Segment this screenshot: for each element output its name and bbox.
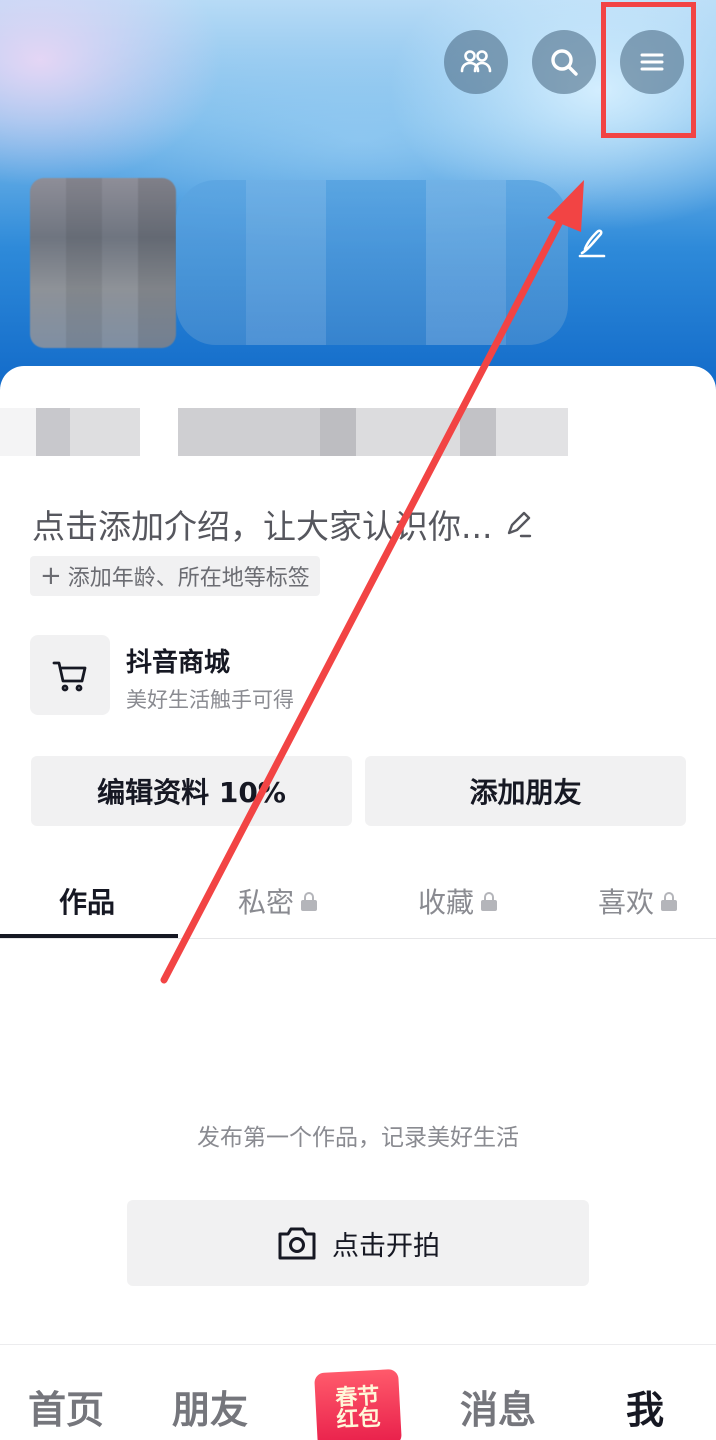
nav-me[interactable]: 我 xyxy=(626,1379,664,1434)
tab-label: 作品 xyxy=(59,886,116,919)
username-blurred xyxy=(176,180,568,345)
lock-icon xyxy=(301,892,318,911)
menu-highlight-box xyxy=(601,2,696,138)
lock-icon xyxy=(481,892,498,911)
add-tags-chip[interactable]: + 添加年龄、所在地等标签 xyxy=(30,556,320,596)
nav-messages[interactable]: 消息 xyxy=(460,1379,536,1434)
add-tags-label: 添加年龄、所在地等标签 xyxy=(67,566,310,591)
bottom-nav: 首页 朋友 春节红包 消息 我 xyxy=(0,1344,716,1440)
edit-name-icon[interactable] xyxy=(574,225,610,261)
tab-works[interactable]: 作品 xyxy=(59,878,115,924)
nav-friends[interactable]: 朋友 xyxy=(172,1379,248,1434)
intro-text[interactable]: 点击添加介绍，让大家认识你... xyxy=(32,500,492,548)
start-shooting-button[interactable]: 点击开拍 xyxy=(127,1200,589,1286)
lock-icon xyxy=(661,892,678,911)
tab-likes[interactable]: 喜欢 xyxy=(598,878,678,924)
tab-private[interactable]: 私密 xyxy=(238,878,318,924)
tab-favorites[interactable]: 收藏 xyxy=(418,878,498,924)
start-shooting-label: 点击开拍 xyxy=(332,1230,440,1262)
empty-state-text: 发布第一个作品，记录美好生活 xyxy=(197,1125,519,1151)
plus-icon: + xyxy=(40,561,62,591)
tab-label: 私密 xyxy=(238,886,295,919)
shop-subtitle: 美好生活触手可得 xyxy=(126,688,294,712)
edit-profile-button[interactable]: 编辑资料 10% xyxy=(31,756,352,826)
shop-entry[interactable] xyxy=(30,635,110,715)
tab-label: 收藏 xyxy=(418,886,475,919)
camera-icon xyxy=(278,1227,316,1260)
nav-home[interactable]: 首页 xyxy=(28,1379,104,1434)
tabs-divider xyxy=(0,938,716,939)
pencil-icon xyxy=(508,511,532,538)
friends-icon[interactable] xyxy=(444,30,508,94)
intro-placeholder[interactable]: 点击添加介绍，让大家认识你... xyxy=(32,500,534,548)
add-friends-button[interactable]: 添加朋友 xyxy=(365,756,686,826)
account-id-blurred xyxy=(0,408,568,456)
cart-icon xyxy=(52,661,87,692)
avatar[interactable] xyxy=(30,178,176,348)
search-icon[interactable] xyxy=(532,30,596,94)
nav-red-packet[interactable]: 春节红包 xyxy=(314,1368,402,1440)
tab-label: 喜欢 xyxy=(598,886,655,919)
shop-title[interactable]: 抖音商城 xyxy=(126,642,230,679)
red-packet-label: 春节红包 xyxy=(334,1383,382,1434)
